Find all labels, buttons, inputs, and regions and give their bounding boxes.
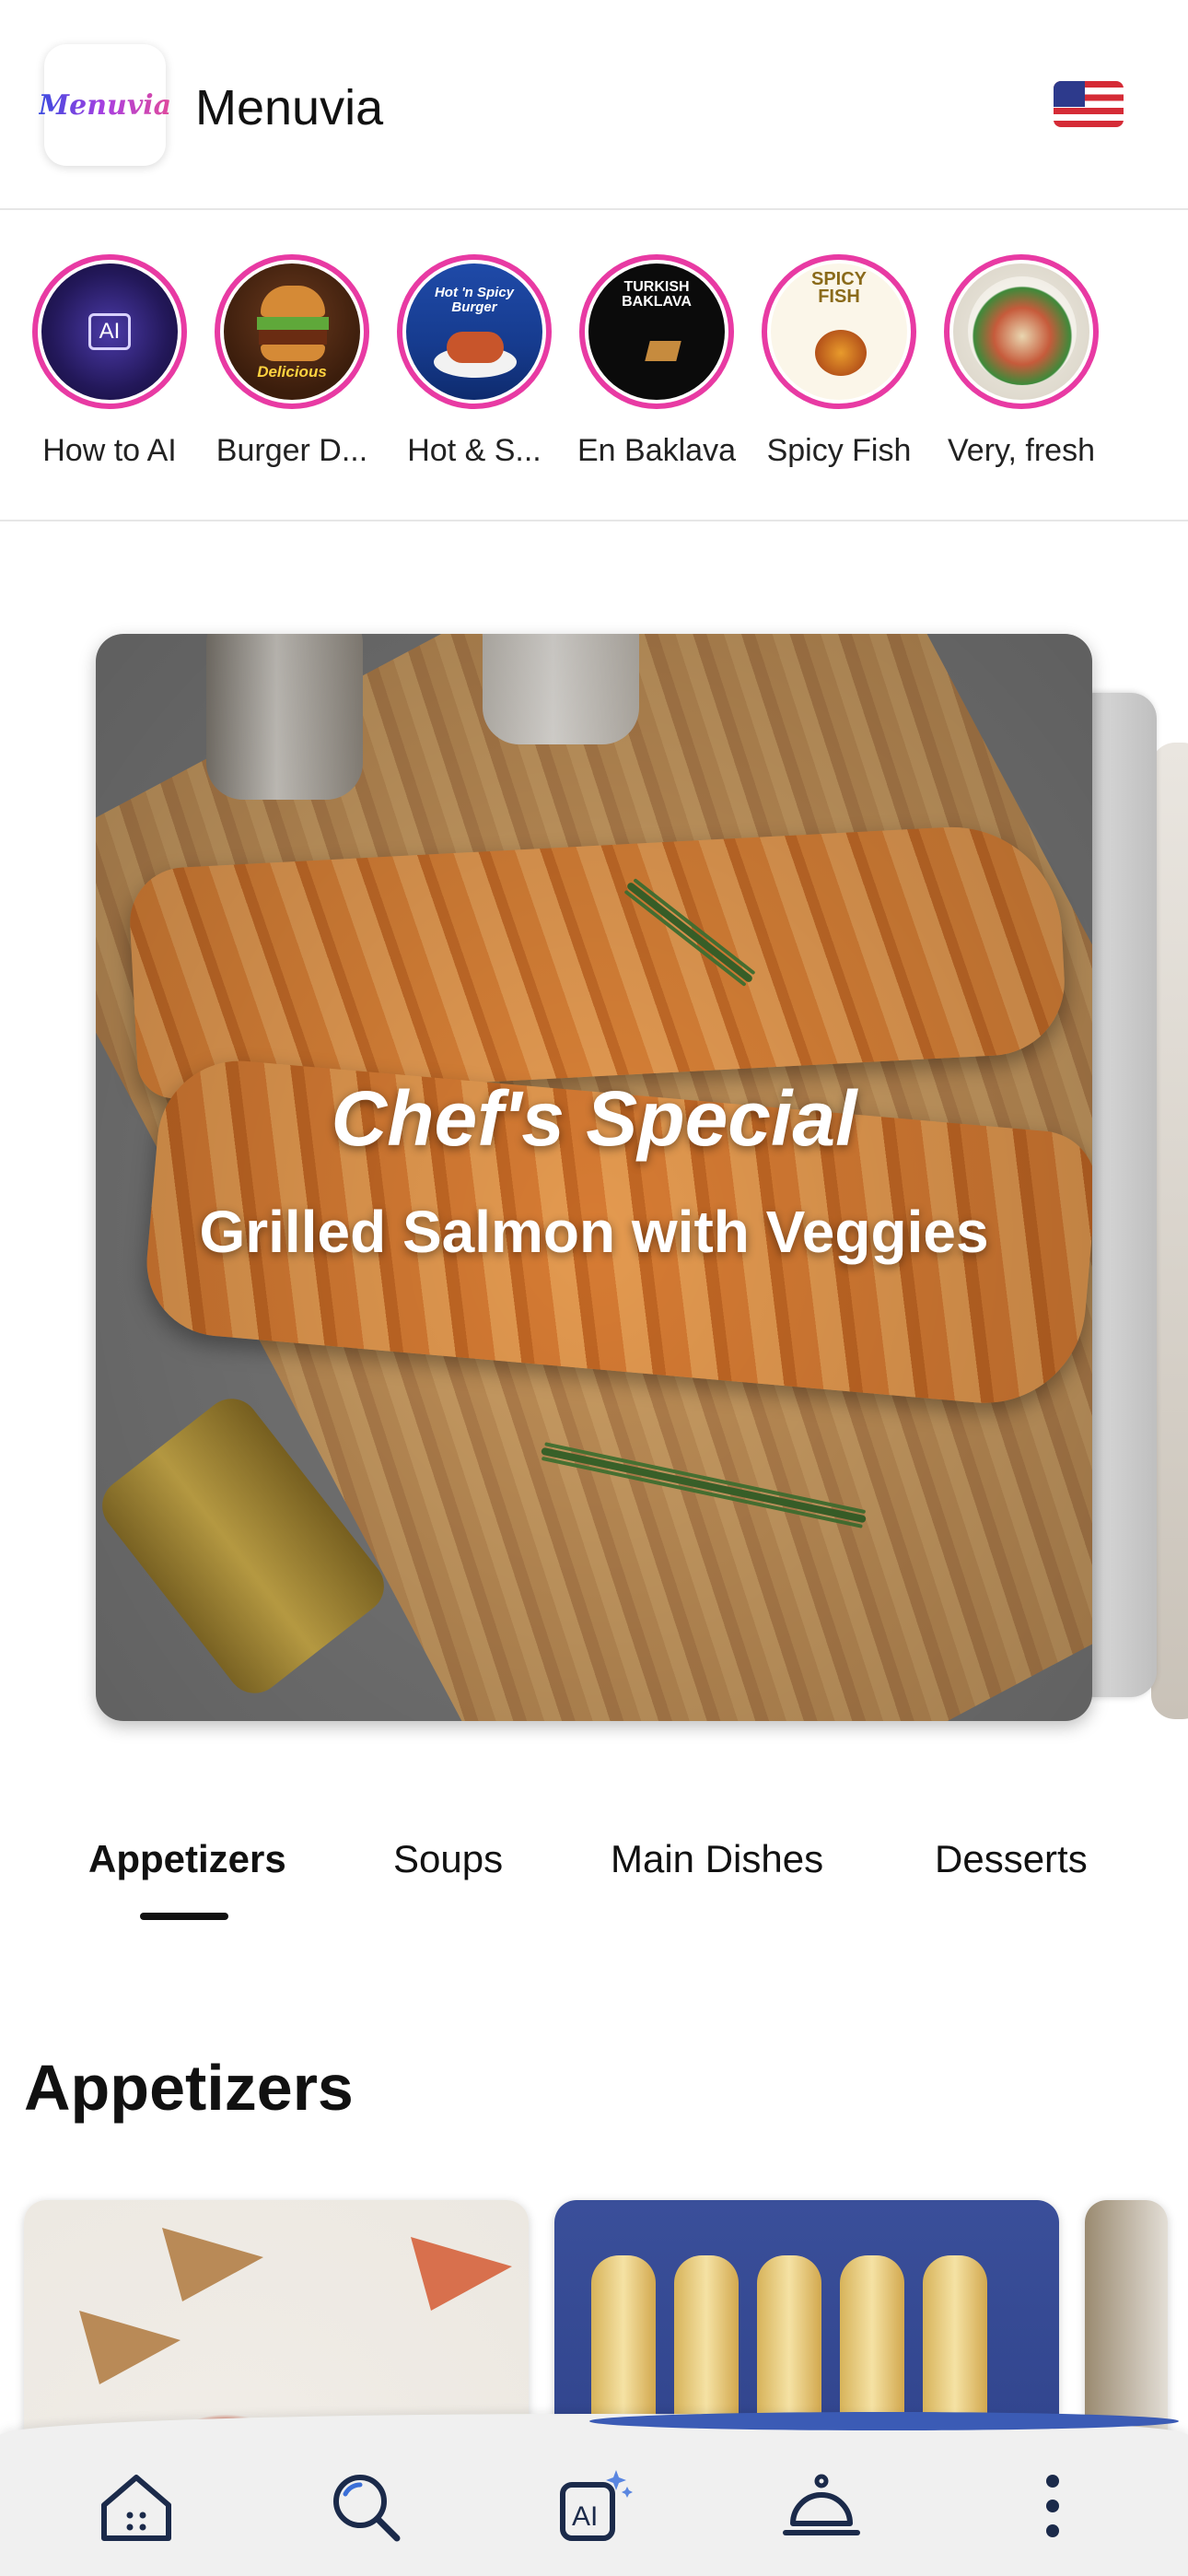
story-spicy-fish[interactable]: SPICY FISH Spicy Fish <box>748 254 930 469</box>
story-label: Burger D... <box>215 433 368 468</box>
story-ring <box>944 254 1099 409</box>
svg-text:AI: AI <box>572 2501 598 2532</box>
app-logo[interactable]: Menuvia <box>39 44 171 166</box>
home-icon[interactable] <box>90 2460 182 2552</box>
baklava-thumbnail: TURKISH BAKLAVA <box>588 263 725 400</box>
app-header: Menuvia Menuvia <box>0 0 1188 210</box>
chefs-special-card[interactable]: Chef's Special Grilled Salmon with Veggi… <box>96 634 1092 1721</box>
story-baklava[interactable]: TURKISH BAKLAVA En Baklava <box>565 254 748 469</box>
logo-text: Menuvia <box>38 88 172 122</box>
hero-subtitle: Grilled Salmon with Veggies <box>199 1199 989 1265</box>
story-hot-spicy[interactable]: Hot 'n Spicy Burger Hot & S... <box>383 254 565 469</box>
hot-spicy-thumbnail: Hot 'n Spicy Burger <box>406 263 542 400</box>
tab-main-dishes[interactable]: Main Dishes <box>611 1837 823 1881</box>
ai-sparkle-icon[interactable]: AI <box>547 2460 639 2552</box>
more-vertical-icon[interactable] <box>1007 2460 1099 2552</box>
story-ring: Delicious <box>215 254 369 409</box>
story-label: Hot & S... <box>407 433 542 468</box>
salad-thumbnail <box>953 263 1089 400</box>
tab-soups[interactable]: Soups <box>393 1837 503 1881</box>
search-icon[interactable] <box>319 2460 411 2552</box>
story-label: Spicy Fish <box>766 433 912 468</box>
category-tabs: Appetizers Soups Main Dishes Desserts <box>0 1828 1188 1938</box>
flag-canton <box>1054 81 1085 107</box>
story-ring: SPICY FISH <box>762 254 916 409</box>
story-ring: TURKISH BAKLAVA <box>579 254 734 409</box>
story-how-to-ai[interactable]: AI How to AI <box>18 254 201 469</box>
service-bell-icon[interactable] <box>775 2460 868 2552</box>
spicy-fish-thumbnail: SPICY FISH <box>771 263 907 400</box>
us-flag-icon[interactable] <box>1054 81 1124 127</box>
stories-row: AI How to AI Delicious Burger D... Hot '… <box>0 212 1188 521</box>
nav-active-indicator <box>589 2412 1179 2430</box>
ai-chip-icon: AI <box>41 263 178 400</box>
story-label: En Baklava <box>577 433 736 468</box>
section-title: Appetizers <box>24 2052 354 2124</box>
story-ring: AI <box>32 254 187 409</box>
hero-title: Chef's Special <box>331 1075 857 1162</box>
burger-thumbnail: Delicious <box>224 263 360 400</box>
tab-appetizers[interactable]: Appetizers <box>88 1837 286 1881</box>
story-very-fresh[interactable]: Very, fresh <box>930 254 1112 469</box>
active-tab-indicator <box>140 1913 228 1920</box>
story-burger[interactable]: Delicious Burger D... <box>201 254 383 469</box>
carousel-next-card-2[interactable] <box>1151 743 1188 1719</box>
story-label: Very, fresh <box>948 433 1095 468</box>
app-title: Menuvia <box>195 80 384 135</box>
tab-desserts[interactable]: Desserts <box>935 1837 1088 1881</box>
story-label: How to AI <box>42 433 177 468</box>
story-ring: Hot 'n Spicy Burger <box>397 254 552 409</box>
app-screen: Menuvia Menuvia AI How to AI Delicious B… <box>0 0 1188 2576</box>
image-shade <box>96 634 1092 1721</box>
